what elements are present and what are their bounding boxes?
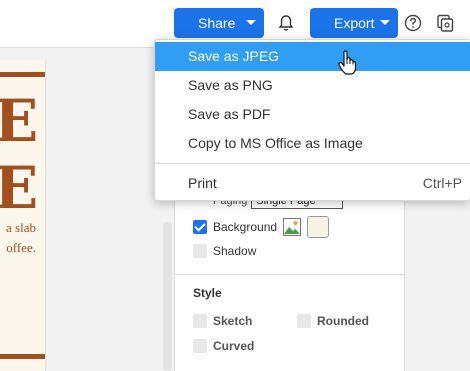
curved-label: Curved bbox=[213, 339, 255, 353]
share-button-label: Share bbox=[198, 15, 236, 31]
sketch-label: Sketch bbox=[213, 314, 253, 328]
hand-cursor-icon bbox=[338, 50, 357, 75]
rounded-checkbox[interactable] bbox=[297, 314, 311, 328]
canvas-scrollbar[interactable] bbox=[163, 222, 172, 371]
bell-icon[interactable] bbox=[275, 12, 297, 34]
export-menu: Save as JPEG Save as PNG Save as PDF Cop… bbox=[154, 39, 470, 201]
export-button-label: Export bbox=[334, 15, 375, 31]
menu-item-label: Copy to MS Office as Image bbox=[188, 135, 363, 151]
menu-item-print[interactable]: Print Ctrl+P bbox=[155, 169, 470, 198]
rounded-option[interactable]: Rounded bbox=[297, 314, 369, 328]
menu-item-save-png[interactable]: Save as PNG bbox=[155, 71, 470, 100]
background-image-icon[interactable] bbox=[283, 218, 302, 236]
sketch-option[interactable]: Sketch bbox=[193, 314, 252, 328]
curved-checkbox[interactable] bbox=[193, 339, 207, 353]
panel-divider bbox=[175, 274, 404, 275]
help-icon[interactable] bbox=[402, 12, 424, 34]
menu-item-label: Save as PNG bbox=[188, 77, 273, 93]
background-checkbox[interactable] bbox=[193, 220, 207, 234]
canvas-text-line: offee. bbox=[6, 240, 36, 255]
chevron-down-icon[interactable] bbox=[380, 20, 390, 25]
copy-link-icon[interactable] bbox=[434, 12, 456, 34]
style-section-title: Style bbox=[193, 286, 222, 300]
curved-option[interactable]: Curved bbox=[193, 339, 254, 353]
canvas-stripe-top bbox=[0, 72, 45, 77]
background-label: Background bbox=[213, 220, 278, 234]
background-option[interactable]: Background bbox=[193, 216, 330, 238]
menu-divider bbox=[155, 163, 470, 164]
menu-item-label: Print bbox=[188, 175, 217, 191]
shadow-option[interactable]: Shadow bbox=[193, 244, 256, 258]
shadow-label: Shadow bbox=[213, 244, 257, 258]
canvas-letter: E bbox=[0, 159, 38, 217]
menu-item-copy-office[interactable]: Copy to MS Office as Image bbox=[155, 129, 470, 158]
menu-item-label: Save as PDF bbox=[188, 106, 271, 122]
diagram-canvas[interactable]: E E a slab offee. bbox=[0, 60, 46, 371]
menu-item-label: Save as JPEG bbox=[188, 48, 280, 64]
share-button[interactable]: Share bbox=[174, 8, 264, 38]
print-shortcut: Ctrl+P bbox=[422, 175, 462, 191]
shadow-checkbox[interactable] bbox=[193, 244, 207, 258]
background-color-swatch[interactable] bbox=[307, 216, 330, 238]
sketch-checkbox[interactable] bbox=[193, 314, 207, 328]
chevron-down-icon[interactable] bbox=[246, 20, 256, 25]
rounded-label: Rounded bbox=[317, 314, 369, 328]
export-button[interactable]: Export bbox=[310, 8, 398, 38]
menu-item-save-jpeg[interactable]: Save as JPEG bbox=[155, 42, 470, 71]
canvas-letter: E bbox=[0, 92, 38, 150]
canvas-text-line: a slab bbox=[6, 220, 36, 235]
menu-item-save-pdf[interactable]: Save as PDF bbox=[155, 100, 470, 129]
canvas-stripe-bottom bbox=[0, 354, 45, 359]
